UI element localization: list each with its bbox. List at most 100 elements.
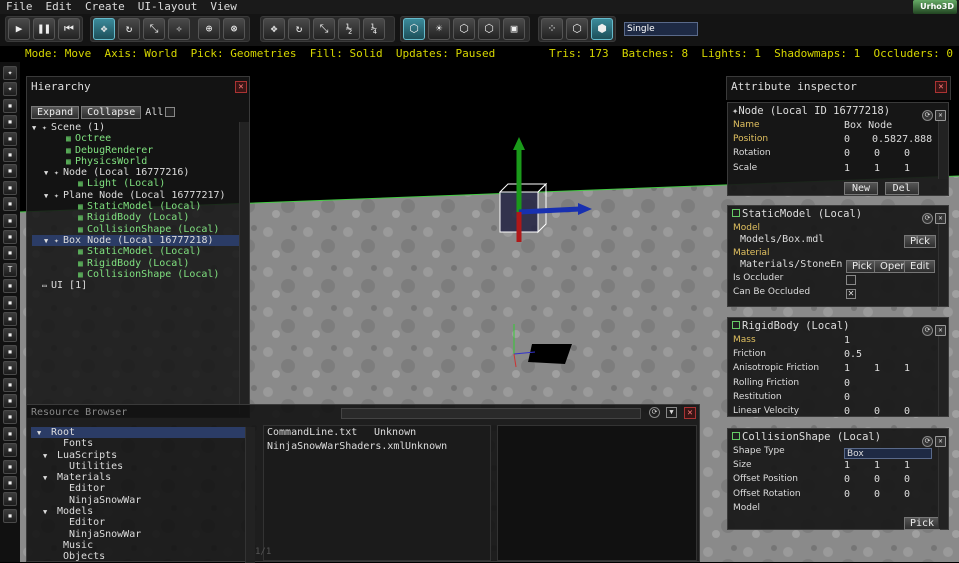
expand-arrow-icon[interactable]: ▼ bbox=[44, 168, 54, 179]
resource-dir-item[interactable]: Music bbox=[31, 540, 245, 551]
rotation-x[interactable]: 0 bbox=[844, 148, 850, 159]
scale-z[interactable]: 1 bbox=[904, 163, 910, 174]
hierarchy-item[interactable]: ▦ CollisionShape (Local) bbox=[32, 224, 240, 235]
collision-attr-value[interactable]: 0 bbox=[844, 489, 850, 500]
menu-ui-layout[interactable]: UI-layout bbox=[132, 0, 205, 14]
node-scrollbar[interactable] bbox=[938, 121, 948, 179]
collision-attr-value[interactable]: 1 bbox=[904, 460, 910, 471]
hierarchy-item[interactable]: ▦ RigidBody (Local) bbox=[32, 258, 240, 269]
hierarchy-item[interactable]: ▼ ✦ Node (Local 16777216) bbox=[32, 167, 240, 178]
collision-attr-value[interactable]: 0 bbox=[904, 474, 910, 485]
text-icon[interactable]: T bbox=[3, 262, 17, 277]
node-icon[interactable]: ▪ bbox=[3, 164, 17, 179]
select-gizmo-icon[interactable]: ✧ bbox=[168, 18, 190, 40]
collision-model-pick-button[interactable]: Pick bbox=[904, 517, 941, 530]
pause-icon[interactable]: ❚❚ bbox=[33, 18, 55, 40]
move-snap-icon[interactable]: ✥ bbox=[263, 18, 285, 40]
node-icon[interactable]: ▪ bbox=[3, 410, 17, 425]
fill-points-icon[interactable]: ⁘ bbox=[541, 18, 563, 40]
static-model-scrollbar[interactable] bbox=[938, 224, 948, 306]
menu-view[interactable]: View bbox=[204, 0, 244, 14]
rigid-body-attr-value[interactable]: 1 bbox=[844, 363, 850, 374]
node-icon[interactable]: ▪ bbox=[3, 394, 17, 408]
hierarchy-scrollbar[interactable] bbox=[239, 122, 249, 414]
resource-dir-item[interactable]: Objects bbox=[31, 551, 245, 562]
material-value[interactable]: Materials/StoneEn bbox=[740, 259, 842, 270]
scale-half-icon[interactable]: ½ bbox=[338, 18, 360, 40]
node-icon[interactable]: ▪ bbox=[3, 246, 17, 261]
hierarchy-item[interactable]: ▼ ✦ Box Node (Local 16777218) bbox=[32, 234, 240, 247]
rigid-body-scrollbar[interactable] bbox=[938, 336, 948, 416]
rigid-body-attr-value[interactable]: 1 bbox=[874, 363, 880, 374]
rotate-snap-icon[interactable]: ↻ bbox=[288, 18, 310, 40]
collapse-button[interactable]: Collapse bbox=[81, 105, 142, 119]
rotation-y[interactable]: 0 bbox=[874, 148, 880, 159]
model-pick-button[interactable]: Pick bbox=[904, 235, 936, 248]
node-icon[interactable]: ▪ bbox=[3, 131, 17, 146]
restart-icon[interactable]: ⏮ bbox=[58, 18, 80, 40]
node-icon[interactable]: ▪ bbox=[3, 443, 17, 458]
play-icon[interactable]: ▶ bbox=[8, 18, 30, 40]
material-edit-button[interactable]: Edit bbox=[904, 260, 936, 273]
scale-x[interactable]: 1 bbox=[844, 163, 850, 174]
resource-file-row[interactable]: NinjaSnowWarShaders.xml Unknown bbox=[264, 440, 490, 454]
resource-dir-item[interactable]: Editor bbox=[31, 483, 245, 494]
hierarchy-item[interactable]: ▼ ✦ Scene (1) bbox=[32, 122, 240, 133]
resource-dir-item[interactable]: NinjaSnowWar bbox=[31, 529, 245, 540]
resource-tree-scrollbar[interactable] bbox=[245, 427, 255, 563]
can-be-occluded-checkbox[interactable]: ✕ bbox=[846, 289, 856, 300]
hierarchy-item[interactable]: ▦ StaticModel (Local) bbox=[32, 246, 240, 257]
filter-icon[interactable]: ▼ bbox=[666, 407, 677, 418]
node-icon[interactable]: ▪ bbox=[3, 476, 17, 490]
move-gizmo-icon[interactable]: ✥ bbox=[93, 18, 115, 40]
refresh-icon[interactable]: ⟳ bbox=[649, 407, 660, 418]
pick-lights-icon[interactable]: ☀ bbox=[428, 18, 450, 40]
hierarchy-item[interactable]: ▦ Octree bbox=[32, 133, 240, 144]
inspector-close-button[interactable]: ✕ bbox=[935, 81, 947, 93]
hierarchy-item[interactable]: ▦ DebugRenderer bbox=[32, 145, 240, 156]
node-icon[interactable]: ▪ bbox=[3, 361, 17, 376]
hierarchy-item[interactable]: ▼ ✦ Plane Node (Local 16777217) bbox=[32, 190, 240, 201]
resource-dir-item[interactable]: Utilities bbox=[31, 461, 245, 472]
hierarchy-item[interactable]: ▦ CollisionShape (Local) bbox=[32, 269, 240, 280]
collision-attr-value[interactable]: Box bbox=[844, 447, 932, 459]
position-yz[interactable]: 0.5827.888 bbox=[872, 134, 932, 145]
collision-attr-value[interactable]: 0 bbox=[874, 474, 880, 485]
model-value[interactable]: Models/Box.mdl bbox=[740, 234, 824, 245]
rigid-body-attr-value[interactable]: 0 bbox=[844, 378, 850, 389]
star-icon[interactable]: ✦ bbox=[3, 82, 17, 97]
all-checkbox[interactable] bbox=[165, 107, 176, 117]
collision-shape-scrollbar[interactable] bbox=[938, 447, 948, 529]
node-icon[interactable]: ▪ bbox=[3, 426, 17, 441]
resource-dir-item[interactable]: ▼ Models bbox=[31, 506, 245, 517]
node-icon[interactable]: ▪ bbox=[3, 459, 17, 474]
world-axis-icon[interactable]: ⊛ bbox=[223, 18, 245, 40]
rigid-body-attr-value[interactable]: 0 bbox=[844, 406, 850, 416]
rigid-body-attr-value[interactable]: 0.5 bbox=[844, 349, 862, 360]
node-icon[interactable]: ▪ bbox=[3, 312, 17, 326]
star-icon[interactable]: ✦ bbox=[3, 66, 17, 80]
resource-dir-item[interactable]: Editor bbox=[31, 517, 245, 528]
collision-attr-value[interactable]: 0 bbox=[874, 489, 880, 500]
fill-solid-icon[interactable]: ⬢ bbox=[591, 18, 613, 40]
expand-arrow-icon[interactable]: ▼ bbox=[44, 236, 54, 247]
rigid-body-attr-value[interactable]: 1 bbox=[844, 335, 850, 346]
resource-dir-item[interactable]: ▼ LuaScripts bbox=[31, 450, 245, 461]
rigid-body-attr-value[interactable]: 1 bbox=[904, 363, 910, 374]
hierarchy-item[interactable]: ▦ PhysicsWorld bbox=[32, 156, 240, 167]
node-icon[interactable]: ▪ bbox=[3, 295, 17, 310]
node-icon[interactable]: ▪ bbox=[3, 328, 17, 343]
collision-attr-value[interactable]: 0 bbox=[904, 489, 910, 500]
collision-attr-value[interactable]: 1 bbox=[874, 460, 880, 471]
resource-browser-close-button[interactable]: ✕ bbox=[684, 407, 696, 419]
name-value[interactable]: Box Node bbox=[844, 120, 892, 131]
hierarchy-item[interactable]: ▦ StaticModel (Local) bbox=[32, 201, 240, 212]
node-icon[interactable]: ▪ bbox=[3, 213, 17, 228]
node-icon[interactable]: ▪ bbox=[3, 344, 17, 359]
resource-filter-field[interactable] bbox=[341, 408, 641, 419]
view-mode-select[interactable]: Single bbox=[624, 22, 698, 36]
node-icon[interactable]: ▪ bbox=[3, 492, 17, 507]
collision-attr-value[interactable]: 0 bbox=[844, 474, 850, 485]
menu-edit[interactable]: Edit bbox=[40, 0, 80, 14]
scale-y[interactable]: 1 bbox=[874, 163, 880, 174]
